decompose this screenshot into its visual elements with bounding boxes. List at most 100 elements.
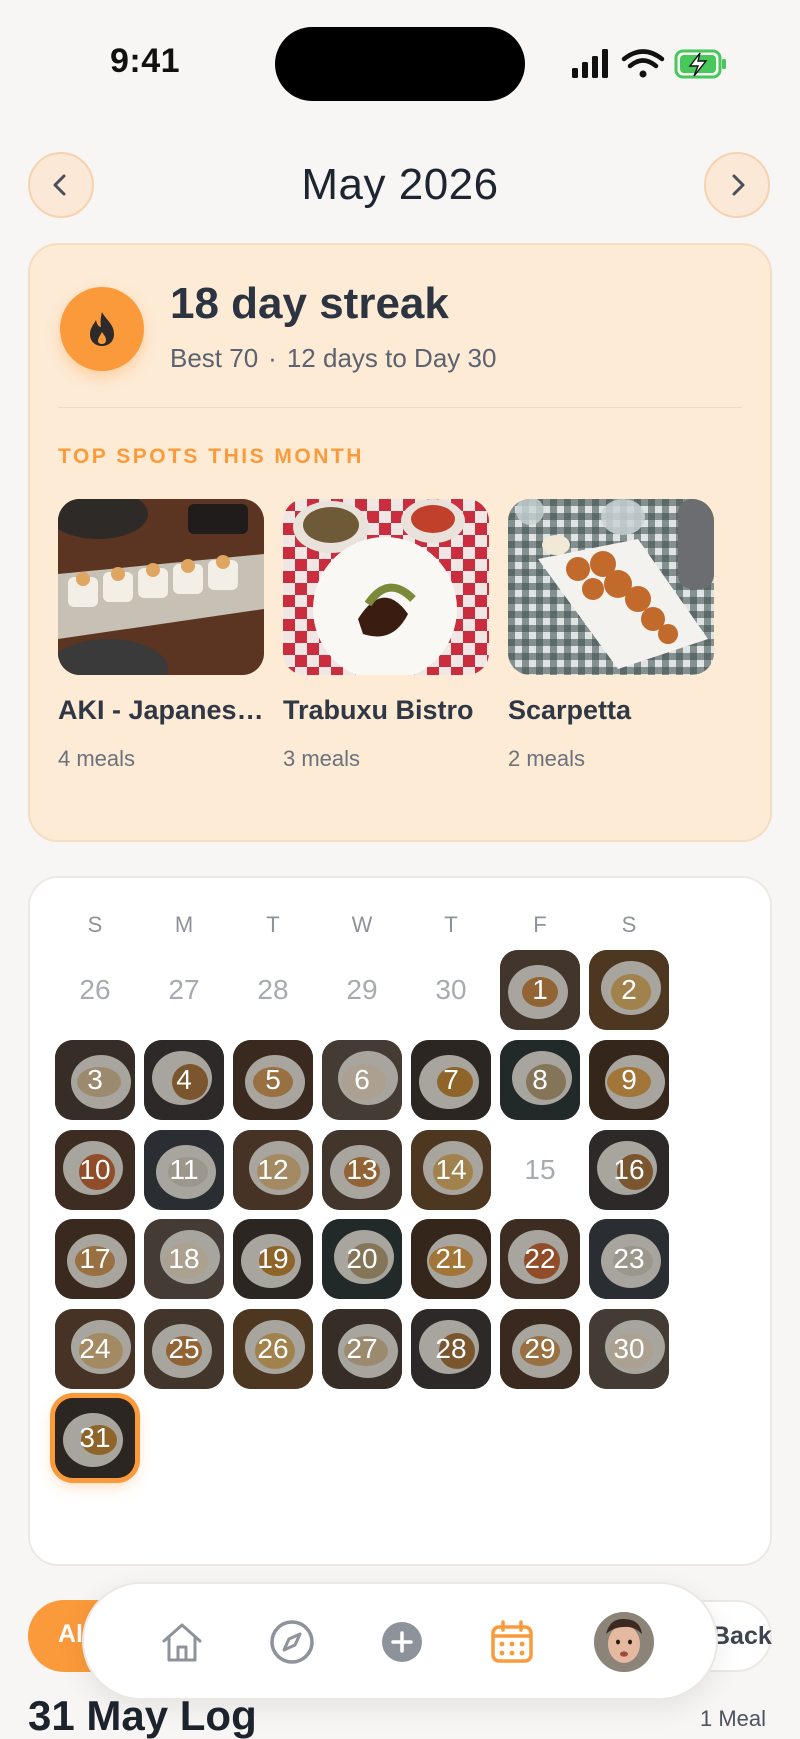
calendar-day-2[interactable]: 2 xyxy=(589,950,669,1030)
day-number: 20 xyxy=(346,1243,378,1274)
calendar-day-18[interactable]: 18 xyxy=(144,1219,224,1299)
calendar-day-28[interactable]: 28 xyxy=(411,1309,491,1389)
spot-card-3[interactable]: Scarpetta 2 meals xyxy=(508,499,714,772)
spot-card-1[interactable]: AKI - Japanese Restaurant 4 meals xyxy=(58,499,264,772)
calendar-day-3[interactable]: 3 xyxy=(55,1040,135,1120)
flame-badge xyxy=(60,287,144,371)
calendar-day-17[interactable]: 17 xyxy=(55,1219,135,1299)
day-number: 19 xyxy=(257,1243,289,1274)
day-number: 28 xyxy=(435,1333,467,1364)
spot-photo xyxy=(58,499,264,675)
log-meal-count: 1 Meal xyxy=(700,1706,767,1731)
day-number: 15 xyxy=(524,1154,556,1185)
tab-home[interactable] xyxy=(154,1614,210,1670)
calendar-grid: S M T W T F S 26 27 28 29 30 1 2 3 4 5 6 7 8 9 10 11 12 13 14 15 16… xyxy=(28,876,772,1566)
month-title: May 2026 xyxy=(301,160,499,209)
calendar-day-16[interactable]: 16 xyxy=(589,1130,669,1210)
streak-title: 18 day streak xyxy=(170,279,449,328)
day-number: 8 xyxy=(532,1064,548,1095)
calendar-day-6[interactable]: 6 xyxy=(322,1040,402,1120)
weekday-label: M xyxy=(174,912,194,937)
calendar-day-14[interactable]: 14 xyxy=(411,1130,491,1210)
calendar-day-27[interactable]: 27 xyxy=(322,1309,402,1389)
calendar-day-8[interactable]: 8 xyxy=(500,1040,580,1120)
day-number: 9 xyxy=(621,1064,637,1095)
streak-subtitle: Best 70 · 12 days to Day 30 xyxy=(170,343,496,374)
tab-calendar[interactable] xyxy=(484,1614,540,1670)
calendar-day-20[interactable]: 20 xyxy=(322,1219,402,1299)
status-time: 9:41 xyxy=(110,42,181,80)
compass-icon xyxy=(270,1620,314,1664)
spot-name: Trabuxu Bistro xyxy=(283,695,474,725)
top-spots-label: TOP SPOTS THIS MONTH xyxy=(58,445,364,468)
calendar-day-19[interactable]: 19 xyxy=(233,1219,313,1299)
calendar-day-31[interactable]: 31 xyxy=(55,1398,135,1478)
spot-meal-count: 3 meals xyxy=(283,746,361,771)
day-number: 23 xyxy=(613,1243,645,1274)
spot-meal-count: 2 meals xyxy=(508,746,586,771)
streak-card: 18 day streak Best 70 · 12 days to Day 30 … xyxy=(28,243,772,842)
previous-month-day: 26 xyxy=(55,950,135,1030)
calendar-day-12[interactable]: 12 xyxy=(233,1130,313,1210)
tab-add[interactable] xyxy=(374,1614,430,1670)
calendar-day-25[interactable]: 25 xyxy=(144,1309,224,1389)
status-bar: 9:41 xyxy=(0,0,800,110)
day-number: 27 xyxy=(168,974,200,1005)
weekday-label: T xyxy=(266,912,280,937)
calendar-day-7[interactable]: 7 xyxy=(411,1040,491,1120)
calendar-day-30[interactable]: 30 xyxy=(589,1309,669,1389)
day-number: 10 xyxy=(79,1154,111,1185)
calendar-day-11[interactable]: 11 xyxy=(144,1130,224,1210)
day-number: 17 xyxy=(79,1243,111,1274)
flame-icon xyxy=(90,312,114,346)
tab-profile-avatar[interactable] xyxy=(594,1612,654,1672)
spot-card-2[interactable]: Trabuxu Bistro 3 meals xyxy=(283,499,489,772)
day-number: 25 xyxy=(168,1333,200,1364)
plus-icon xyxy=(382,1622,422,1662)
day-number: 27 xyxy=(346,1333,378,1364)
tab-explore[interactable] xyxy=(264,1614,320,1670)
status-icons xyxy=(572,49,726,79)
day-number: 16 xyxy=(613,1154,645,1185)
day-number: 11 xyxy=(169,1154,199,1185)
calendar-day-5[interactable]: 5 xyxy=(233,1040,313,1120)
signal-icon xyxy=(572,49,608,78)
previous-month-day: 29 xyxy=(322,950,402,1030)
weekday-label: W xyxy=(351,912,373,937)
calendar-icon xyxy=(491,1620,533,1663)
calendar-day-29[interactable]: 29 xyxy=(500,1309,580,1389)
day-number: 12 xyxy=(257,1154,289,1185)
day-number: 22 xyxy=(524,1243,556,1274)
calendar-day-15[interactable]: 15 xyxy=(500,1130,580,1210)
dynamic-island xyxy=(275,27,525,101)
calendar-day-21[interactable]: 21 xyxy=(411,1219,491,1299)
weekday-label: T xyxy=(444,912,458,937)
day-number: 21 xyxy=(435,1243,467,1274)
home-icon xyxy=(162,1623,202,1662)
tab-bar xyxy=(82,1582,718,1700)
calendar-day-9[interactable]: 9 xyxy=(589,1040,669,1120)
day-number: 26 xyxy=(79,974,111,1005)
weekday-label: S xyxy=(621,912,637,937)
weekday-label: S xyxy=(87,912,103,937)
calendar-day-23[interactable]: 23 xyxy=(589,1219,669,1299)
calendar-day-24[interactable]: 24 xyxy=(55,1309,135,1389)
streak-goal: 12 days to Day 30 xyxy=(286,343,497,373)
spot-name: AKI - Japanese Restaurant xyxy=(58,695,264,725)
calendar-day-22[interactable]: 22 xyxy=(500,1219,580,1299)
day-number: 13 xyxy=(346,1154,378,1185)
calendar-day-10[interactable]: 10 xyxy=(55,1130,135,1210)
day-number: 26 xyxy=(257,1333,289,1364)
calendar-day-13[interactable]: 13 xyxy=(322,1130,402,1210)
day-number: 3 xyxy=(87,1064,103,1095)
month-header: May 2026 xyxy=(0,150,800,220)
day-number: 30 xyxy=(613,1333,645,1364)
log-title: 31 May Log xyxy=(28,1692,257,1739)
previous-month-button[interactable] xyxy=(28,152,94,218)
calendar-day-26[interactable]: 26 xyxy=(233,1309,313,1389)
spot-photo xyxy=(508,499,714,675)
avatar xyxy=(594,1612,654,1672)
calendar-day-1[interactable]: 1 xyxy=(500,950,580,1030)
next-month-button[interactable] xyxy=(704,152,770,218)
calendar-day-4[interactable]: 4 xyxy=(144,1040,224,1120)
